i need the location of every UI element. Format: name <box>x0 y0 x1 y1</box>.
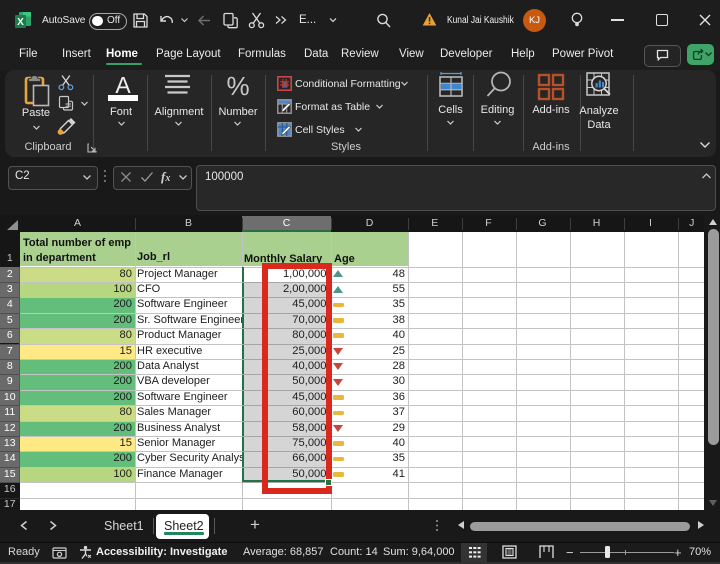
svg-text:X: X <box>17 17 24 28</box>
